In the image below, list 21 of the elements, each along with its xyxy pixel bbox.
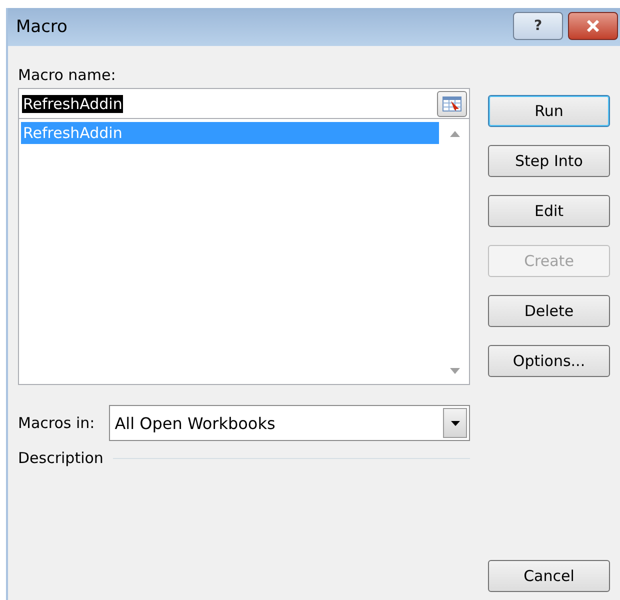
caret-icon	[450, 420, 460, 426]
scroll-down-icon[interactable]	[450, 368, 460, 374]
window-title: Macro	[16, 17, 68, 37]
field-label: Macro name:	[18, 66, 117, 84]
dialog-button[interactable]: Step Into	[488, 145, 610, 177]
dialog-button[interactable]: Run	[488, 95, 610, 127]
dialog-button[interactable]: Delete	[488, 295, 610, 327]
dropdown-button[interactable]	[443, 408, 467, 438]
field-label: Macros in:	[18, 414, 95, 432]
section-label: Description	[18, 449, 104, 467]
dropdown-value: All Open Workbooks	[114, 414, 276, 432]
scroll-up-icon[interactable]	[450, 131, 460, 137]
macro-name-field[interactable]: RefreshAddin	[18, 88, 470, 119]
cancel-button[interactable]: Cancel	[488, 560, 610, 592]
close-button[interactable]	[568, 12, 618, 40]
macros-in-dropdown[interactable]: All Open Workbooks	[108, 405, 470, 441]
dialog-button[interactable]: Options...	[488, 345, 610, 377]
help-button[interactable]: ?	[513, 12, 563, 40]
dialog-button[interactable]: Edit	[488, 195, 610, 227]
select-range-button[interactable]	[437, 90, 467, 116]
close-icon	[586, 20, 600, 32]
